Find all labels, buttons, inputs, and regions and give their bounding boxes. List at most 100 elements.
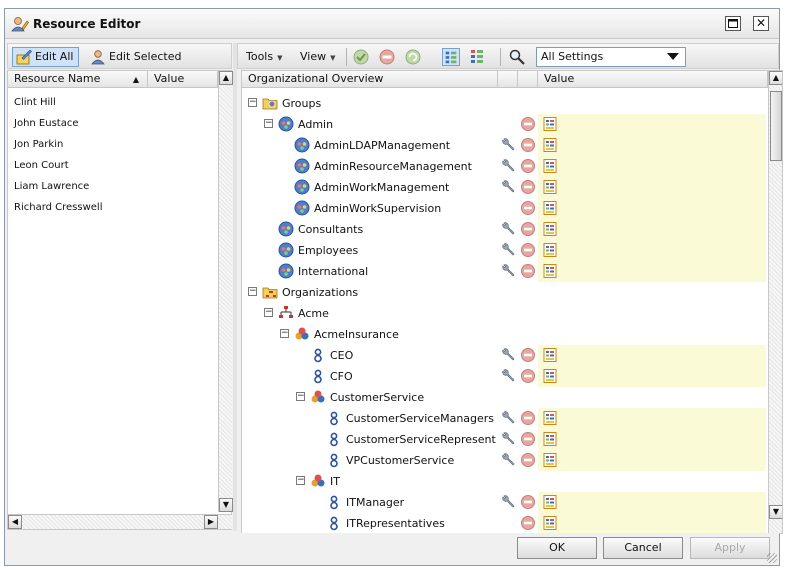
- resource-row-leon-court[interactable]: Leon Court: [14, 156, 69, 176]
- value-cell[interactable]: [538, 261, 766, 282]
- edit-selected-button[interactable]: Edit Selected: [86, 47, 187, 67]
- value-cell[interactable]: [538, 492, 766, 513]
- tree-row[interactable]: ITRepresentatives: [242, 513, 767, 533]
- wrench-icon[interactable]: [500, 179, 516, 195]
- tree-row[interactable]: − Acme: [242, 303, 767, 324]
- ok-button[interactable]: OK: [517, 537, 597, 559]
- settings-filter-select[interactable]: All Settings: [536, 47, 686, 67]
- wrench-icon[interactable]: [500, 158, 516, 174]
- collapse-icon[interactable]: −: [264, 308, 273, 317]
- tree-row[interactable]: AdminWorkManagement: [242, 177, 767, 198]
- column-header-value[interactable]: Value: [148, 71, 218, 88]
- wrench-icon[interactable]: [500, 347, 516, 363]
- resource-row-clint-hill[interactable]: Clint Hill: [14, 93, 56, 113]
- tree-row[interactable]: AdminResourceManagement: [242, 156, 767, 177]
- tree-row[interactable]: CustomerServiceManagers: [242, 408, 767, 429]
- value-cell[interactable]: [538, 135, 766, 156]
- remove-icon[interactable]: [520, 179, 536, 195]
- column-header-organizational-overview[interactable]: Organizational Overview: [242, 71, 498, 88]
- value-editor-icon[interactable]: [542, 368, 558, 384]
- tree-row[interactable]: − AcmeInsurance: [242, 324, 767, 345]
- value-cell[interactable]: [538, 177, 766, 198]
- remove-icon[interactable]: [520, 347, 536, 363]
- remove-icon[interactable]: [520, 431, 536, 447]
- value-editor-icon[interactable]: [542, 158, 558, 174]
- maximize-button[interactable]: [725, 16, 741, 31]
- tree-row[interactable]: AdminWorkSupervision: [242, 198, 767, 219]
- tree-row[interactable]: − CustomerService: [242, 387, 767, 408]
- remove-icon[interactable]: [520, 263, 536, 279]
- approve-icon[interactable]: [352, 48, 370, 66]
- tree-row[interactable]: International: [242, 261, 767, 282]
- resource-row-jon-parkin[interactable]: Jon Parkin: [14, 135, 63, 155]
- search-icon[interactable]: [508, 48, 526, 66]
- scroll-right-button[interactable]: ▶: [204, 515, 218, 529]
- value-cell[interactable]: [538, 513, 766, 533]
- tree-row[interactable]: − Groups: [242, 93, 767, 114]
- collapse-icon[interactable]: −: [296, 392, 305, 401]
- column-header-value[interactable]: Value: [538, 71, 768, 88]
- value-editor-icon[interactable]: [542, 347, 558, 363]
- tree-row[interactable]: − IT: [242, 471, 767, 492]
- value-editor-icon[interactable]: [542, 263, 558, 279]
- value-cell[interactable]: [538, 345, 766, 366]
- value-editor-icon[interactable]: [542, 494, 558, 510]
- edit-all-button[interactable]: Edit All: [12, 47, 80, 67]
- tree-row[interactable]: CFO: [242, 366, 767, 387]
- remove-icon[interactable]: [520, 158, 536, 174]
- value-editor-icon[interactable]: [542, 452, 558, 468]
- wrench-icon[interactable]: [500, 368, 516, 384]
- tree-row[interactable]: VPCustomerService: [242, 450, 767, 471]
- remove-icon[interactable]: [520, 221, 536, 237]
- left-vertical-scrollbar[interactable]: ▲ ▼: [218, 71, 233, 512]
- value-editor-icon[interactable]: [542, 221, 558, 237]
- close-button[interactable]: ✕: [753, 16, 769, 31]
- value-cell[interactable]: [538, 450, 766, 471]
- value-cell[interactable]: [538, 219, 766, 240]
- remove-icon[interactable]: [520, 368, 536, 384]
- wrench-icon[interactable]: [500, 494, 516, 510]
- value-cell[interactable]: [538, 156, 766, 177]
- title-bar[interactable]: Resource Editor ✕: [5, 9, 779, 39]
- tree-row[interactable]: Employees: [242, 240, 767, 261]
- cancel-button[interactable]: Cancel: [603, 537, 683, 559]
- panel-splitter[interactable]: [233, 43, 237, 531]
- value-cell[interactable]: [538, 114, 766, 135]
- tree-row[interactable]: Consultants: [242, 219, 767, 240]
- tree-vertical-scrollbar[interactable]: ▲ ▼: [768, 71, 782, 533]
- value-cell[interactable]: [538, 240, 766, 261]
- value-cell[interactable]: [538, 198, 766, 219]
- value-cell[interactable]: [538, 366, 766, 387]
- collapse-icon[interactable]: −: [248, 98, 257, 107]
- scroll-up-button[interactable]: ▲: [769, 71, 782, 85]
- tree-view-icon[interactable]: [442, 48, 460, 66]
- resize-grip[interactable]: [767, 553, 777, 563]
- left-horizontal-scrollbar[interactable]: ◀ ▶: [8, 514, 232, 529]
- scroll-up-button[interactable]: ▲: [219, 71, 233, 85]
- wrench-icon[interactable]: [500, 221, 516, 237]
- value-editor-icon[interactable]: [542, 179, 558, 195]
- remove-icon[interactable]: [520, 116, 536, 132]
- apply-button[interactable]: Apply: [690, 537, 770, 559]
- value-cell[interactable]: [538, 429, 766, 450]
- scroll-down-button[interactable]: ▼: [769, 505, 782, 519]
- view-menu[interactable]: View ▼: [300, 50, 336, 63]
- resource-row-john-eustace[interactable]: John Eustace: [14, 114, 79, 134]
- remove-icon[interactable]: [520, 494, 536, 510]
- wrench-icon[interactable]: [500, 137, 516, 153]
- wrench-icon[interactable]: [500, 452, 516, 468]
- list-view-icon[interactable]: [468, 48, 486, 66]
- value-cell[interactable]: [538, 408, 766, 429]
- column-header-resource-name[interactable]: Resource Name ▲: [8, 71, 148, 88]
- wrench-icon[interactable]: [500, 242, 516, 258]
- collapse-icon[interactable]: −: [264, 119, 273, 128]
- collapse-icon[interactable]: −: [280, 329, 289, 338]
- wrench-icon[interactable]: [500, 431, 516, 447]
- wrench-icon[interactable]: [500, 410, 516, 426]
- tree-row[interactable]: − Admin: [242, 114, 767, 135]
- tools-menu[interactable]: Tools ▼: [246, 50, 283, 63]
- scroll-left-button[interactable]: ◀: [8, 515, 22, 529]
- scroll-down-button[interactable]: ▼: [219, 498, 233, 512]
- value-editor-icon[interactable]: [542, 242, 558, 258]
- tree-row[interactable]: AdminLDAPManagement: [242, 135, 767, 156]
